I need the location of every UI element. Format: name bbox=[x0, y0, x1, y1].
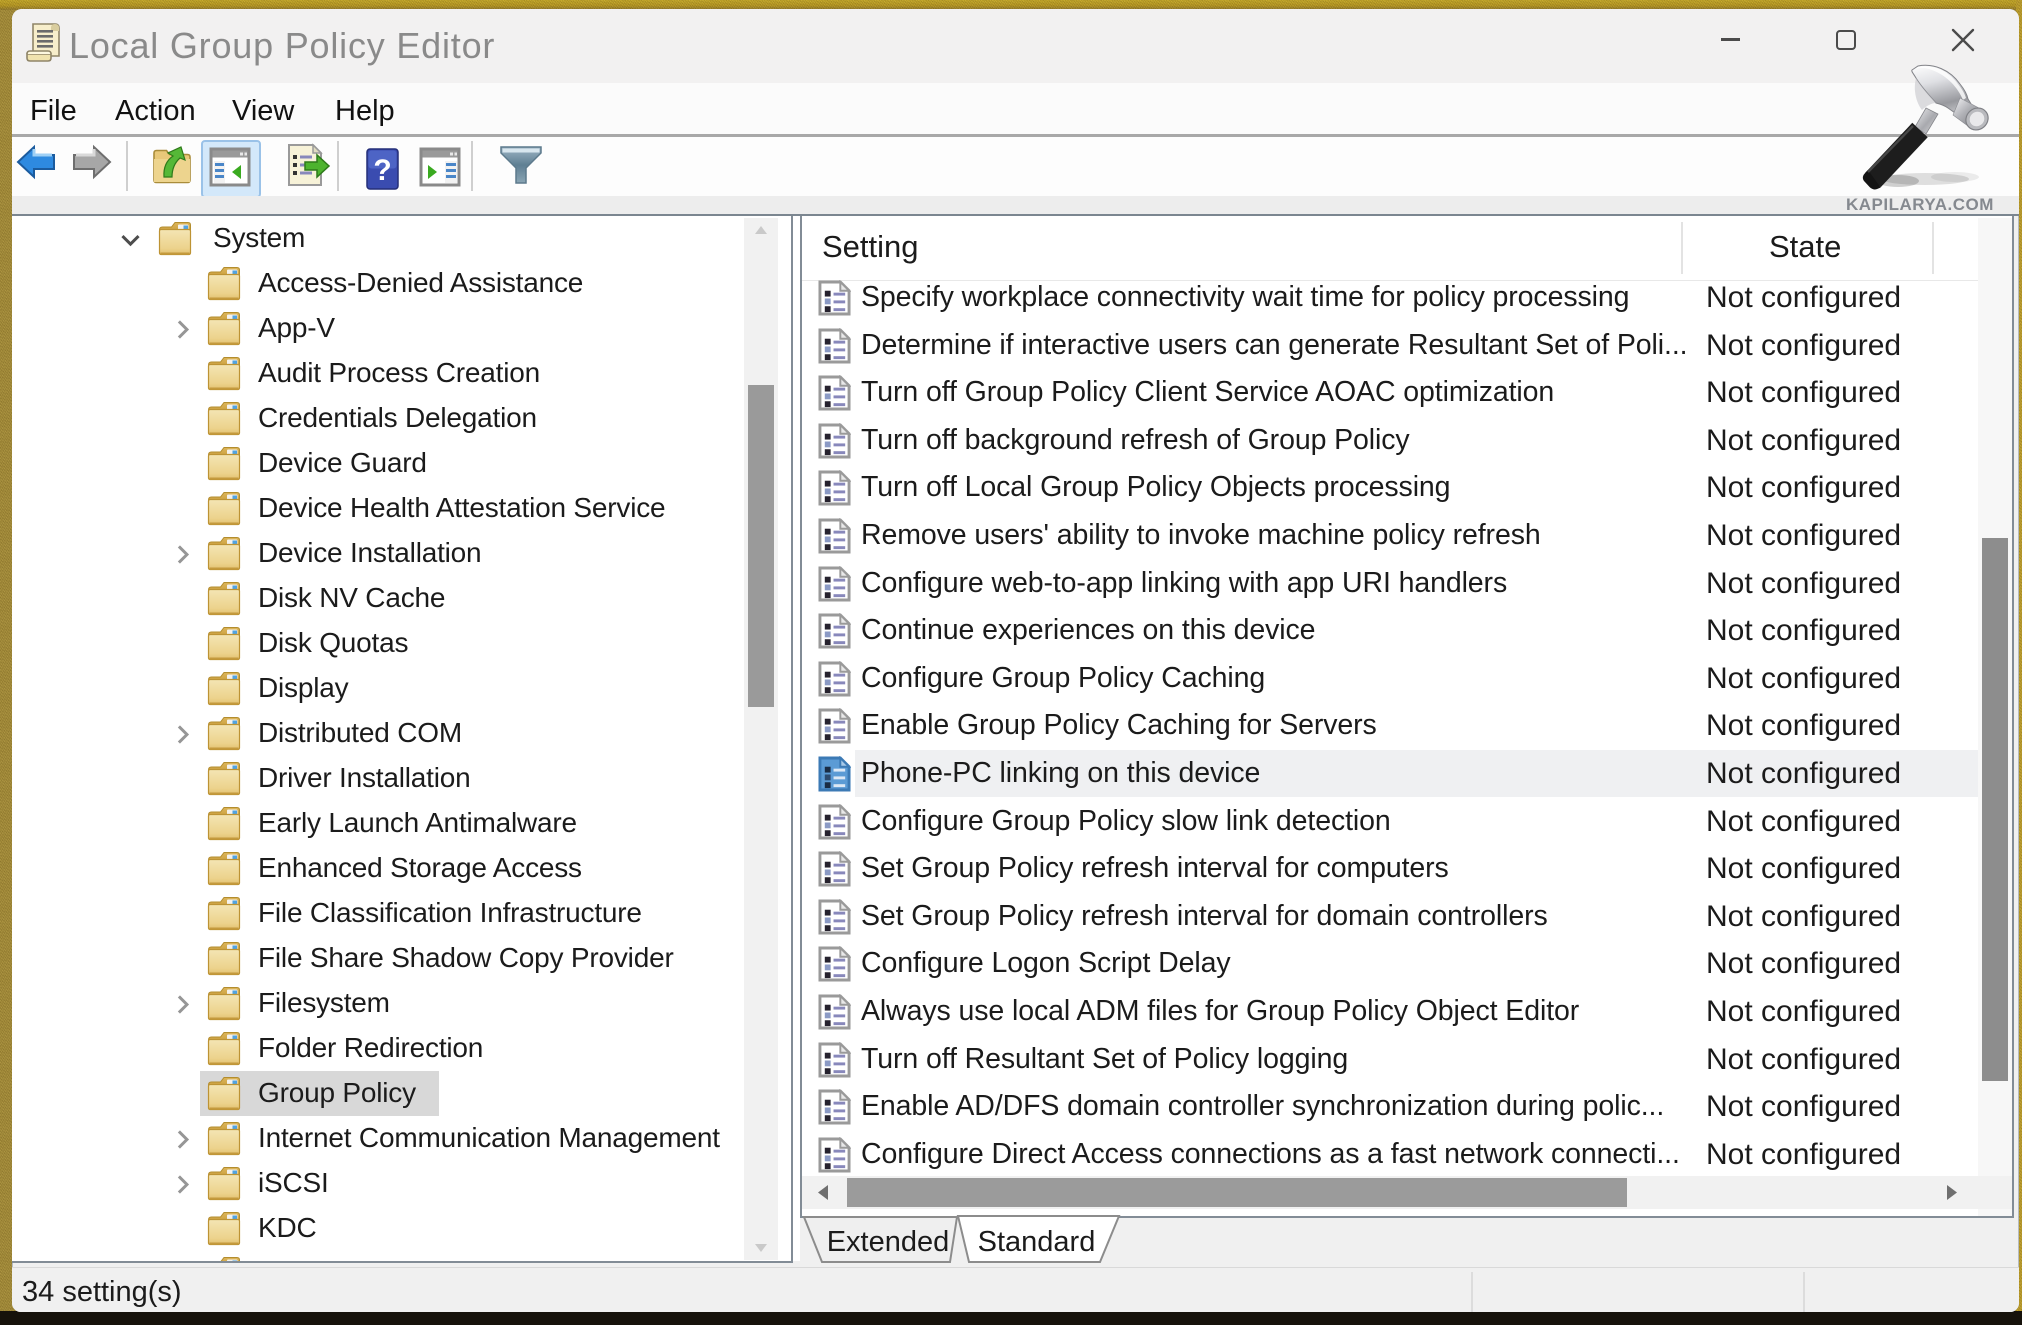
svg-text:?: ? bbox=[373, 154, 391, 187]
